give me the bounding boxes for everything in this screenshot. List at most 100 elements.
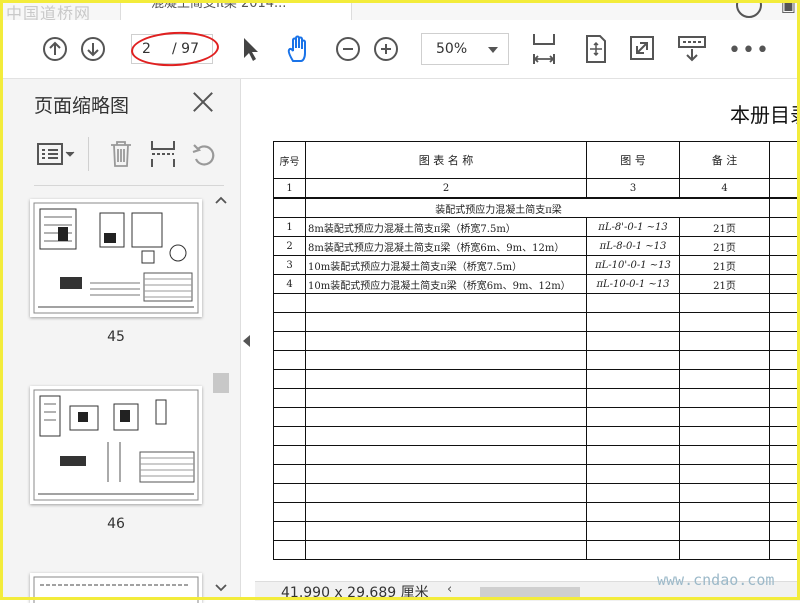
table-cell: πL-8-0-1 ~13 — [586, 236, 680, 256]
account-icon[interactable]: ▣ — [781, 0, 796, 15]
table-cell — [586, 293, 680, 313]
scroll-down-icon[interactable] — [215, 583, 227, 593]
fit-page-button[interactable] — [582, 34, 608, 64]
table-row — [273, 369, 800, 389]
table-cell: 4 — [273, 274, 306, 294]
table-cell — [305, 369, 587, 389]
read-mode-button[interactable] — [677, 35, 707, 63]
table-cell — [769, 350, 800, 370]
table-cell — [305, 331, 587, 351]
table-cell — [305, 464, 587, 484]
table-cell: 2 — [305, 178, 587, 199]
page-thumbnail[interactable] — [30, 386, 202, 504]
table-cell — [586, 388, 680, 408]
table-cell — [273, 502, 306, 522]
column-header: 序号 — [273, 141, 306, 179]
next-page-button[interactable] — [81, 37, 105, 61]
table-row — [273, 388, 800, 408]
table-cell — [305, 350, 587, 370]
table-cell: πL-10'-0-1 ~13 — [586, 255, 680, 275]
scroll-up-icon[interactable] — [215, 195, 227, 205]
help-icon[interactable] — [736, 0, 762, 18]
arrow-down-icon — [81, 37, 105, 61]
table-cell — [679, 502, 770, 522]
page-thumbnail[interactable] — [30, 199, 202, 317]
minus-icon — [336, 37, 360, 61]
table-cell — [769, 178, 800, 199]
table-cell — [769, 388, 800, 408]
table-cell — [769, 141, 800, 179]
horizontal-scrollbar-thumb[interactable] — [480, 587, 580, 597]
thumbnail-scrollbar[interactable] — [212, 195, 230, 600]
arrow-up-icon — [43, 37, 67, 61]
page-thumbnail[interactable] — [30, 573, 202, 603]
rotate-icon[interactable] — [190, 141, 218, 169]
table-row: 1 8m装配式预应力混凝土简支π梁（桥宽7.5m） πL-8'-0-1 ~13 … — [273, 217, 800, 237]
table-cell: 21页 — [679, 274, 770, 294]
table-row — [273, 312, 800, 332]
table-row — [273, 521, 800, 541]
collapse-panel-icon[interactable] — [243, 335, 250, 347]
table-cell: πL-10-0-1 ~13 — [586, 274, 680, 294]
table-row — [273, 540, 800, 560]
table-cell — [273, 312, 306, 332]
table-cell — [769, 369, 800, 389]
table-row — [273, 407, 800, 427]
table-cell — [769, 521, 800, 541]
zoom-value: 50% — [436, 41, 468, 57]
document-tab[interactable]: 混凝土简支π梁 2014... — [120, 0, 352, 20]
table-cell — [679, 312, 770, 332]
fit-width-icon — [533, 34, 555, 64]
table-cell — [679, 445, 770, 465]
extract-page-icon[interactable] — [148, 139, 178, 169]
table-cell — [679, 388, 770, 408]
scrollbar-thumb[interactable] — [213, 373, 229, 393]
table-cell: 21页 — [679, 255, 770, 275]
column-header: 图 表 名 称 — [305, 141, 587, 179]
thumbnail-options-icon[interactable] — [36, 141, 76, 167]
table-cell — [679, 483, 770, 503]
table-cell — [769, 331, 800, 351]
table-cell: 1 — [273, 178, 306, 199]
zoom-out-button[interactable] — [336, 37, 360, 61]
section-heading: 装配式预应力混凝土简支π梁 — [305, 197, 770, 218]
hand-tool-button[interactable] — [284, 34, 314, 64]
table-cell — [769, 255, 800, 275]
more-options-button[interactable]: ••• — [728, 38, 770, 63]
table-cell — [273, 293, 306, 313]
table-row — [273, 483, 800, 503]
zoom-in-button[interactable] — [374, 37, 398, 61]
table-row — [273, 331, 800, 351]
panel-divider — [34, 185, 224, 186]
table-cell — [586, 483, 680, 503]
contents-table: 序号 图 表 名 称 图 号 备 注 1 2 3 4 装配式预应力混凝土简支π梁… — [273, 141, 800, 560]
table-cell — [273, 464, 306, 484]
table-cell — [769, 293, 800, 313]
table-row: 3 10m装配式预应力混凝土简支π梁（桥宽7.5m） πL-10'-0-1 ~1… — [273, 255, 800, 275]
close-icon[interactable] — [190, 89, 216, 115]
trash-icon[interactable] — [108, 139, 134, 169]
table-cell: 8m装配式预应力混凝土简支π梁（桥宽6m、9m、12m） — [305, 236, 587, 256]
table-cell — [679, 350, 770, 370]
select-tool-button[interactable] — [240, 36, 262, 62]
column-header: 备 注 — [679, 141, 770, 179]
table-cell — [273, 483, 306, 503]
scroll-left-icon[interactable]: ‹ — [447, 582, 452, 597]
previous-page-button[interactable] — [43, 37, 67, 61]
fit-width-button[interactable] — [531, 32, 557, 66]
table-cell — [586, 521, 680, 541]
table-cell — [769, 197, 800, 218]
table-cell: πL-8'-0-1 ~13 — [586, 217, 680, 237]
table-cell — [679, 293, 770, 313]
thumbnail-page-number: 46 — [107, 516, 125, 532]
document-view[interactable]: 本册目录 序号 图 表 名 称 图 号 备 注 1 2 3 4 装配式预应力混凝… — [255, 79, 800, 600]
table-cell — [273, 331, 306, 351]
fullscreen-button[interactable] — [629, 35, 655, 61]
table-cell — [273, 540, 306, 560]
zoom-dropdown[interactable]: 50% — [421, 33, 509, 65]
table-cell — [679, 521, 770, 541]
table-cell — [679, 369, 770, 389]
table-cell — [586, 540, 680, 560]
hand-icon — [287, 35, 306, 62]
drawing-preview — [33, 576, 199, 603]
